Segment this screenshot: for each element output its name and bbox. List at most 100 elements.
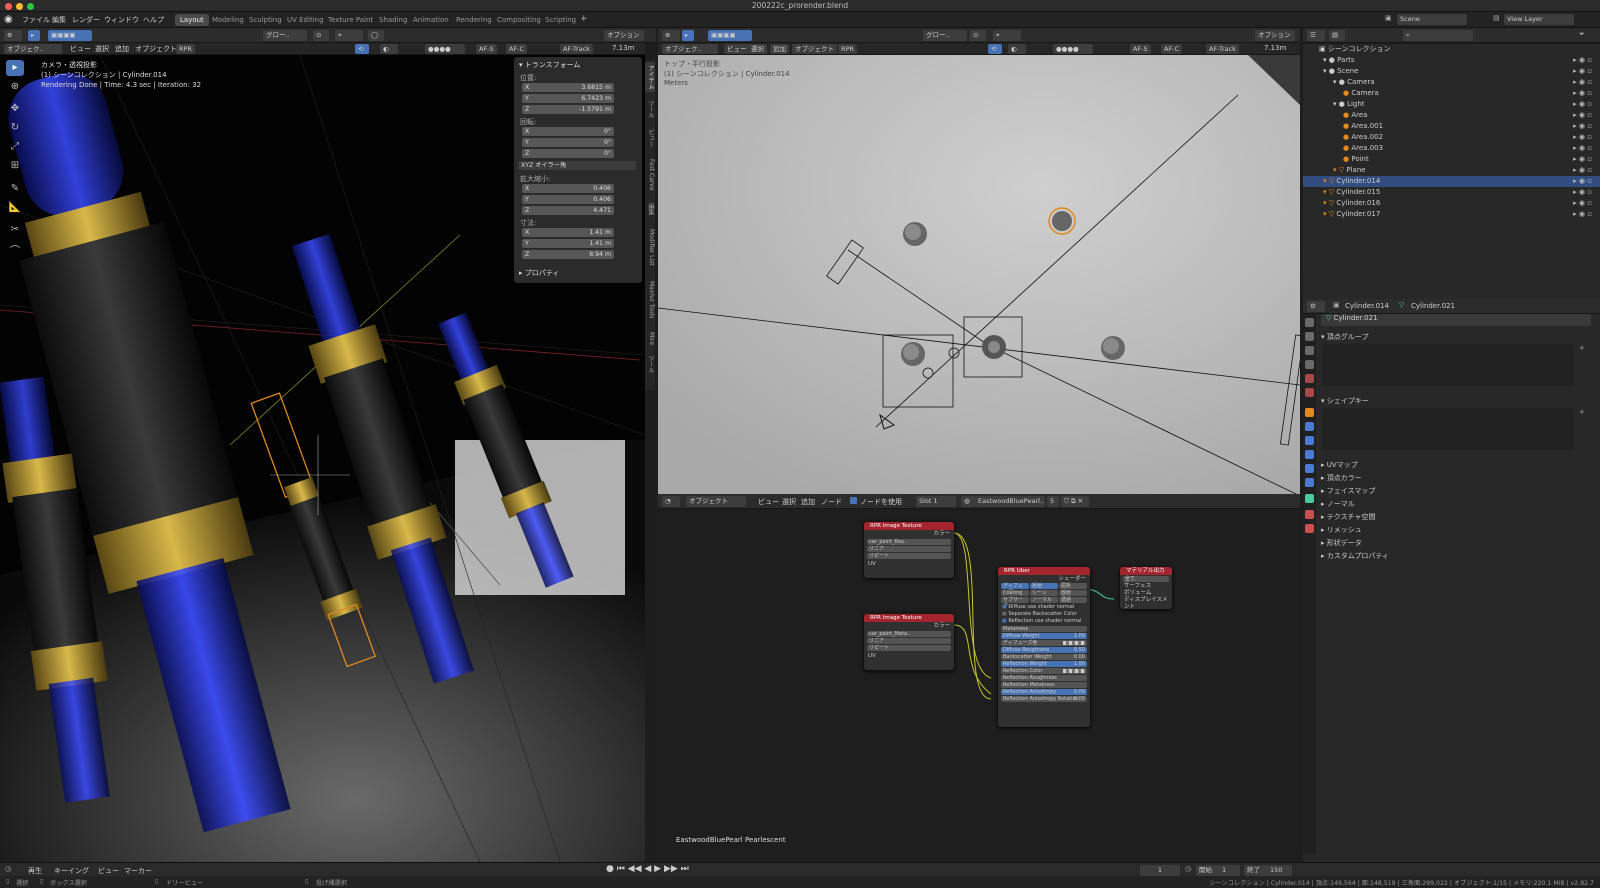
vertex-groups-header[interactable]: ▾ 頂点グループ [1321, 332, 1368, 342]
material-users-count[interactable]: 5 [1047, 496, 1059, 507]
workspace-tab-modeling[interactable]: Modeling [207, 14, 249, 26]
visibility-eye-icon[interactable]: ▸ ◉ ▫ [1573, 121, 1592, 132]
uber-input-field[interactable]: Reflection Color [1001, 668, 1087, 674]
menu-add[interactable]: 追加 [115, 44, 129, 54]
node-menu-add[interactable]: 追加 [801, 497, 815, 507]
visibility-eye-icon[interactable]: ▸ ◉ ▫ [1573, 110, 1592, 121]
outliner-item[interactable]: ▾ ▽ Cylinder.017 ▸ ◉ ▫ [1303, 209, 1600, 220]
rpr-menu-2[interactable]: RPR [838, 44, 857, 54]
af-track-button-2[interactable]: AF-Track [1206, 44, 1239, 54]
workspace-tab-rendering[interactable]: Rendering [451, 14, 497, 26]
constraints-tab-icon[interactable] [1305, 464, 1314, 473]
outliner-item[interactable]: ● Area.002 ▸ ◉ ▫ [1303, 132, 1600, 143]
tab-modifier-list[interactable]: Modifier List [645, 222, 655, 272]
tab-tool-2[interactable]: ツール [645, 352, 655, 376]
filter-icon[interactable]: ⏷ [1579, 30, 1585, 39]
properties-section-header[interactable]: ▸ リメッシュ [1321, 525, 1362, 535]
visibility-eye-icon[interactable]: ▸ ◉ ▫ [1573, 176, 1592, 187]
physics-tab-icon[interactable] [1305, 450, 1314, 459]
metalness-dropdown[interactable]: Metalness [1001, 626, 1087, 632]
render-tab-icon[interactable] [1305, 332, 1314, 341]
shape-keys-header[interactable]: ▾ シェイプキー [1321, 396, 1369, 406]
uber-input-field[interactable]: Backscatter Weight 0.00 [1001, 654, 1087, 660]
tab-tool[interactable]: ツール [645, 96, 655, 122]
uber-input-field[interactable]: Reflection Anisotropy 0.00 [1001, 689, 1087, 695]
breadcrumb-object[interactable]: Cylinder.014 [1345, 302, 1389, 310]
af-s-button-2[interactable]: AF-S [1130, 44, 1151, 54]
uber-input-field[interactable]: Reflection Metalness [1001, 682, 1087, 688]
interpolation-dropdown[interactable]: リニア [867, 546, 951, 552]
scale-y-field[interactable]: Y 0.406 [522, 195, 614, 204]
tab-diffuse[interactable]: ディフューズ [1001, 583, 1029, 595]
pivot-icon-2[interactable]: ⊙ [970, 30, 986, 41]
breadcrumb-mesh[interactable]: Cylinder.021 [1411, 302, 1455, 310]
menu-view-2[interactable]: ビュー [724, 44, 750, 54]
gizmo-icon-2[interactable]: ⟲ [988, 44, 1002, 54]
snap-icon[interactable]: ⌖ [335, 30, 363, 41]
visibility-eye-icon[interactable]: ▸ ◉ ▫ [1573, 198, 1592, 209]
add-vertex-group-icon[interactable]: + [1579, 344, 1585, 352]
object-tab-icon[interactable] [1305, 408, 1314, 417]
dimension-y-field[interactable]: Y 1.41 m [522, 239, 614, 248]
proportional-icon[interactable]: ◯ [368, 30, 384, 41]
output-target-dropdown[interactable]: 全て [1123, 576, 1169, 582]
curve-tool-icon[interactable]: ⌒ [6, 244, 24, 260]
uber-input-field[interactable]: Reflection Roughness [1001, 675, 1087, 681]
measure-tool-icon[interactable]: 📐 [6, 200, 24, 216]
rpr-uber-node[interactable]: RPR Uber シェーダー ディフューズ 反射 屈折 Coating シーン … [998, 567, 1090, 727]
mode-dropdown[interactable]: オブジェク.. [4, 44, 62, 54]
workspace-tab-uv-editing[interactable]: UV Editing [282, 14, 329, 26]
af-s-button[interactable]: AF-S [476, 44, 497, 54]
display-mode-icon[interactable]: ▤ [1329, 30, 1345, 41]
image-file-field[interactable]: car_paint_Meta.. [867, 631, 951, 637]
timeline-menu-marker[interactable]: マーカー [124, 866, 152, 876]
menu-window[interactable]: ウィンドウ [104, 15, 139, 25]
outliner-item[interactable]: ▾ ● Parts ▸ ◉ ▫ [1303, 55, 1600, 66]
visibility-eye-icon[interactable]: ▸ ◉ ▫ [1573, 143, 1592, 154]
properties-type-icon[interactable]: ⚙ [1307, 301, 1325, 312]
overlay-icon[interactable]: ◐ [380, 44, 398, 54]
properties-section-header[interactable]: ▸ ノーマル [1321, 499, 1355, 509]
material-actions-icon[interactable]: ⛉ ⧉ ✕ [1061, 496, 1089, 507]
properties-section-header[interactable]: ▸ 形状データ [1321, 538, 1362, 548]
options-dropdown-2[interactable]: オプション [1255, 30, 1295, 41]
mesh-datablock-field[interactable]: ▽ Cylinder.021 [1321, 314, 1591, 326]
tab-edit[interactable]: 編集 [645, 200, 655, 218]
workspace-tab-scripting[interactable]: Scripting [540, 14, 581, 26]
mesh-data-tab-icon[interactable] [1305, 494, 1314, 503]
menu-object-2[interactable]: オブジェクト [792, 44, 837, 54]
tab-subsurface[interactable]: サブサーフ.. [1001, 597, 1029, 609]
tab-transparency[interactable]: 透過 [1059, 597, 1087, 603]
frame-end-field[interactable]: 終了 150 [1244, 865, 1292, 876]
tab-maxivz-tools[interactable]: Maxivz Tools [645, 276, 655, 324]
location-z-field[interactable]: Z -1.5791 m [522, 105, 614, 114]
output-tab-icon[interactable] [1305, 346, 1314, 355]
node-menu-node[interactable]: ノード [821, 497, 842, 507]
properties-section-header[interactable]: ▸ テクスチャ空間 [1321, 512, 1375, 522]
current-frame-field[interactable]: 1 [1140, 865, 1180, 876]
scene-tab-icon[interactable] [1305, 374, 1314, 383]
select-mode-icons-2[interactable]: ▣▣▣▣ [708, 30, 752, 41]
scale-z-field[interactable]: Z 4.471 [522, 206, 614, 215]
visibility-eye-icon[interactable]: ▸ ◉ ▫ [1573, 77, 1592, 88]
extension-dropdown[interactable]: リピート [867, 553, 951, 559]
outliner-item[interactable]: ● Area ▸ ◉ ▫ [1303, 110, 1600, 121]
select-box-tool-icon[interactable]: ▸ [6, 60, 24, 76]
timeline-menu-keying[interactable]: キーイング [54, 866, 89, 876]
uber-input-field[interactable]: Diffuse Roughness 0.50 [1001, 647, 1087, 653]
slot-dropdown[interactable]: Slot 1 [916, 496, 956, 507]
material-tab-icon[interactable] [1305, 510, 1314, 519]
scale-tool-icon[interactable]: ⤢ [6, 139, 24, 155]
visibility-eye-icon[interactable]: ▸ ◉ ▫ [1573, 99, 1592, 110]
scene-selector[interactable]: Scene [1397, 14, 1467, 25]
uber-input-field[interactable]: Reflection Weight 1.00 [1001, 661, 1087, 667]
node-menu-view[interactable]: ビュー [758, 497, 779, 507]
transform-header[interactable]: ▾ トランスフォーム [519, 60, 580, 70]
outliner-search-field[interactable]: ⌕ [1403, 30, 1473, 41]
uber-input-field[interactable]: Reflection Anisotropy Rotation 0.00 [1001, 696, 1087, 702]
outliner-item[interactable]: ▾ ▽ Cylinder.015 ▸ ◉ ▫ [1303, 187, 1600, 198]
outliner-item[interactable]: ● Camera ▸ ◉ ▫ [1303, 88, 1600, 99]
orientation-dropdown[interactable]: グロー.. [263, 30, 307, 41]
modifier-tab-icon[interactable] [1305, 422, 1314, 431]
blender-logo-icon[interactable]: ◉ [4, 14, 16, 26]
